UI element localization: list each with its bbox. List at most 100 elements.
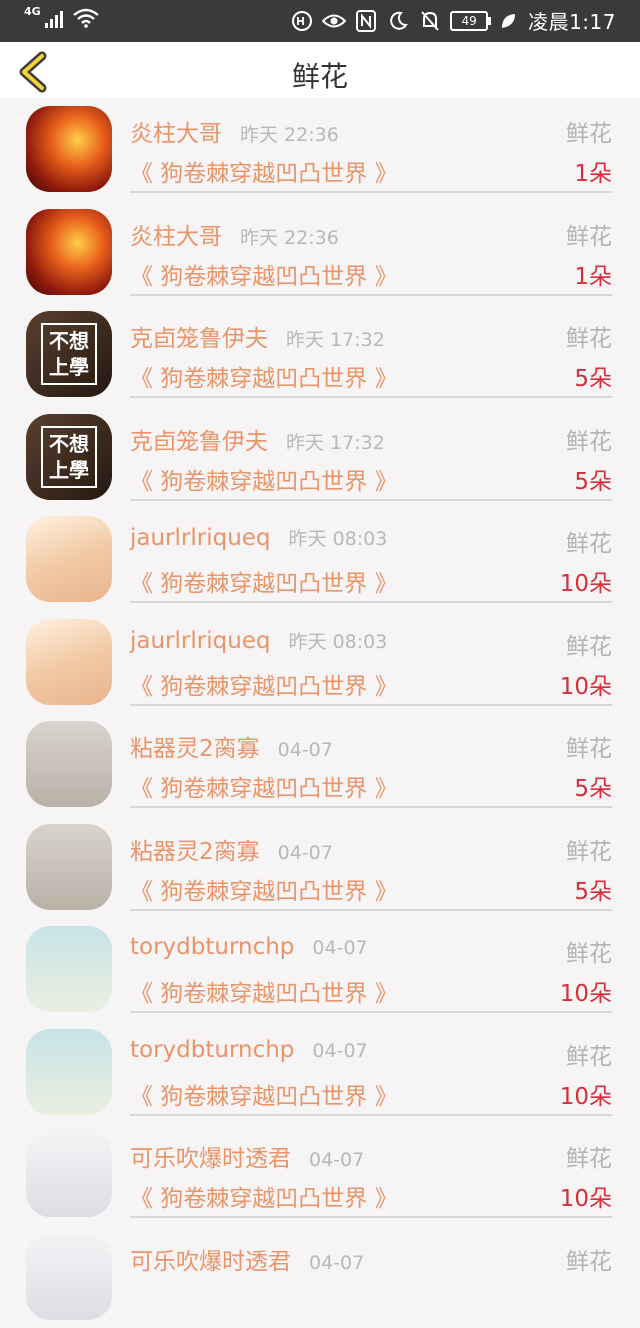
flower-count: 5朵 <box>574 769 612 803</box>
row-divider <box>130 806 612 808</box>
avatar[interactable] <box>26 824 112 910</box>
gift-type: 鲜花 <box>566 1037 612 1071</box>
clock: 凌晨1:17 <box>528 6 616 35</box>
sender-name-line: jaurlrlriqueq 昨天 08:03 <box>130 524 387 551</box>
avatar[interactable] <box>26 1234 112 1320</box>
book-title-link[interactable]: 《 狗卷棘穿越凹凸世界 》 <box>130 564 398 598</box>
sender-name-line: torydbturnchp 04-07 <box>130 934 368 960</box>
book-title-link[interactable]: 《 狗卷棘穿越凹凸世界 》 <box>130 769 398 803</box>
sender-name[interactable]: jaurlrlriqueq <box>130 525 271 551</box>
book-title-link[interactable]: 《 狗卷棘穿越凹凸世界 》 <box>130 154 398 188</box>
row-divider <box>130 499 612 501</box>
avatar-text-line: 上學 <box>49 457 89 483</box>
avatar[interactable] <box>26 1029 112 1115</box>
list-item[interactable]: jaurlrlriqueq 昨天 08:03 鲜花《 狗卷棘穿越凹凸世界 》 10朵 <box>0 508 640 611</box>
flower-count: 10朵 <box>560 1179 612 1213</box>
sender-name-line: torydbturnchp 04-07 <box>130 1037 368 1063</box>
list-item[interactable]: 可乐吹爆时透君04-07鲜花 <box>0 1226 640 1328</box>
sender-name-line: 粘器灵2脔寡 04-07 <box>130 832 333 866</box>
gift-type: 鲜花 <box>566 934 612 968</box>
book-title-link[interactable]: 《 狗卷棘穿越凹凸世界 》 <box>130 667 398 701</box>
book-title-link[interactable]: 《 狗卷棘穿越凹凸世界 》 <box>130 872 398 906</box>
gift-type: 鲜花 <box>566 832 612 866</box>
row-divider <box>130 601 612 603</box>
avatar-text-line: 不想 <box>49 328 89 354</box>
avatar[interactable]: 不想上學 <box>26 311 112 397</box>
timestamp: 04-07 <box>312 1040 367 1062</box>
flower-count: 1朵 <box>574 154 612 188</box>
sender-name-line: jaurlrlriqueq 昨天 08:03 <box>130 627 387 654</box>
sender-name-line: 炎柱大哥昨天 22:36 <box>130 217 339 251</box>
status-left: 4G <box>24 8 99 28</box>
sender-name[interactable]: jaurlrlriqueq <box>130 628 271 654</box>
flower-count: 10朵 <box>560 667 612 701</box>
sender-name-line: 炎柱大哥昨天 22:36 <box>130 114 339 148</box>
book-title-link[interactable]: 《 狗卷棘穿越凹凸世界 》 <box>130 462 398 496</box>
flower-count: 5朵 <box>574 872 612 906</box>
avatar[interactable] <box>26 721 112 807</box>
list-item[interactable]: 粘器灵2脔寡04-07鲜花《 狗卷棘穿越凹凸世界 》5朵 <box>0 713 640 816</box>
sender-name[interactable]: torydbturnchp <box>130 1037 294 1063</box>
flower-count: 5朵 <box>574 359 612 393</box>
app-header: 鲜花 <box>0 42 640 98</box>
timestamp: 昨天 22:36 <box>240 124 339 146</box>
timestamp: 昨天 17:32 <box>286 329 385 351</box>
sender-name-line: 克卣笼鲁伊夫昨天 17:32 <box>130 319 385 353</box>
book-title-link[interactable]: 《 狗卷棘穿越凹凸世界 》 <box>130 974 398 1008</box>
avatar[interactable] <box>26 209 112 295</box>
book-title-link[interactable]: 《 狗卷棘穿越凹凸世界 》 <box>130 359 398 393</box>
nfc-icon <box>354 9 378 33</box>
row-divider <box>130 1216 612 1218</box>
gift-type: 鲜花 <box>566 524 612 558</box>
avatar[interactable] <box>26 619 112 705</box>
list-item[interactable]: 不想上學克卣笼鲁伊夫昨天 17:32鲜花《 狗卷棘穿越凹凸世界 》5朵 <box>0 303 640 406</box>
sender-name[interactable]: 克卣笼鲁伊夫 <box>130 429 268 455</box>
list-item[interactable]: 炎柱大哥昨天 22:36 鲜花《 狗卷棘穿越凹凸世界 》 1朵 <box>0 98 640 201</box>
timestamp: 昨天 08:03 <box>289 528 388 550</box>
sender-name[interactable]: torydbturnchp <box>130 934 294 960</box>
avatar[interactable] <box>26 516 112 602</box>
timestamp: 04-07 <box>312 937 367 959</box>
timestamp: 昨天 08:03 <box>289 631 388 653</box>
status-right: 49 凌晨1:17 <box>290 6 616 35</box>
row-divider <box>130 1011 612 1013</box>
flower-count: 10朵 <box>560 564 612 598</box>
list-item[interactable]: 可乐吹爆时透君04-07鲜花《 狗卷棘穿越凹凸世界 》10朵 <box>0 1123 640 1226</box>
timestamp: 04-07 <box>309 1252 364 1274</box>
list-item[interactable]: torydbturnchp04-07鲜花《 狗卷棘穿越凹凸世界 》10朵 <box>0 918 640 1021</box>
list-item[interactable]: 粘器灵2脔寡 04-07 鲜花《 狗卷棘穿越凹凸世界 》 5朵 <box>0 816 640 919</box>
row-divider <box>130 396 612 398</box>
sender-name[interactable]: 克卣笼鲁伊夫 <box>130 326 268 352</box>
avatar-text-line: 上學 <box>49 354 89 380</box>
eye-icon <box>322 9 346 33</box>
sender-name[interactable]: 炎柱大哥 <box>130 224 222 250</box>
timestamp: 04-07 <box>278 739 333 761</box>
flower-list: 炎柱大哥昨天 22:36鲜花《 狗卷棘穿越凹凸世界 》1朵炎柱大哥昨天 22:3… <box>0 98 640 1328</box>
gift-type: 鲜花 <box>566 319 612 353</box>
gift-type: 鲜花 <box>566 114 612 148</box>
list-item[interactable]: 炎柱大哥昨天 22:36鲜花《 狗卷棘穿越凹凸世界 》1朵 <box>0 201 640 304</box>
flower-count: 10朵 <box>560 1077 612 1111</box>
gift-type: 鲜花 <box>566 627 612 661</box>
book-title-link[interactable]: 《 狗卷棘穿越凹凸世界 》 <box>130 1077 398 1111</box>
book-title-link[interactable]: 《 狗卷棘穿越凹凸世界 》 <box>130 1179 398 1213</box>
list-item[interactable]: 不想上學克卣笼鲁伊夫昨天 17:32鲜花《 狗卷棘穿越凹凸世界 》5朵 <box>0 406 640 509</box>
sender-name[interactable]: 粘器灵2脔寡 <box>130 736 260 762</box>
avatar[interactable] <box>26 106 112 192</box>
list-item[interactable]: jaurlrlriqueq 昨天 08:03 鲜花《 狗卷棘穿越凹凸世界 》 10朵 <box>0 611 640 714</box>
timestamp: 04-07 <box>278 842 333 864</box>
sender-name[interactable]: 可乐吹爆时透君 <box>130 1146 291 1172</box>
status-bar: 4G 49 凌晨1:17 <box>0 0 640 42</box>
avatar[interactable] <box>26 926 112 1012</box>
sender-name[interactable]: 可乐吹爆时透君 <box>130 1249 291 1275</box>
sender-name[interactable]: 粘器灵2脔寡 <box>130 839 260 865</box>
avatar[interactable] <box>26 1131 112 1217</box>
timestamp: 04-07 <box>309 1149 364 1171</box>
list-item[interactable]: torydbturnchp 04-07 鲜花《 狗卷棘穿越凹凸世界 》 10朵 <box>0 1021 640 1124</box>
sender-name-line: 可乐吹爆时透君 04-07 <box>130 1242 364 1276</box>
sender-name-line: 克卣笼鲁伊夫昨天 17:32 <box>130 422 385 456</box>
flower-count: 5朵 <box>574 462 612 496</box>
avatar[interactable]: 不想上學 <box>26 414 112 500</box>
sender-name[interactable]: 炎柱大哥 <box>130 121 222 147</box>
book-title-link[interactable]: 《 狗卷棘穿越凹凸世界 》 <box>130 257 398 291</box>
